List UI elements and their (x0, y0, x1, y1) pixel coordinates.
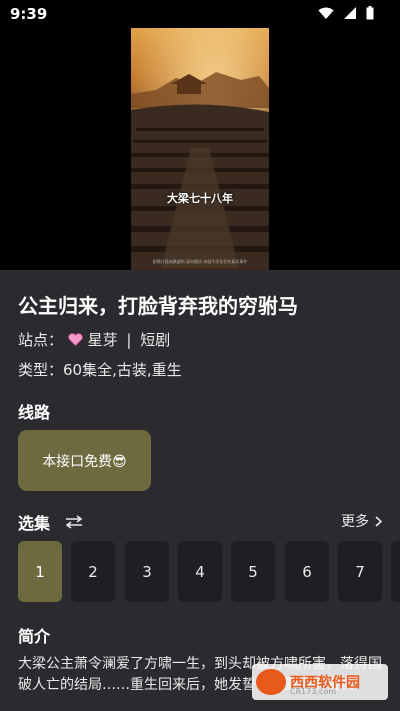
more-episodes-link[interactable]: 更多 (341, 511, 382, 531)
chevron-right-icon (375, 515, 382, 527)
episode-button[interactable]: 2 (71, 541, 115, 602)
watermark-subtext: CR173.com (290, 687, 337, 696)
type-row: 类型：60集全,古装,重生 (18, 359, 182, 380)
signal-icon (344, 7, 356, 19)
site-watermark-logo: 西西软件园 CR173.com (252, 664, 388, 700)
episode-button[interactable]: 7 (338, 541, 382, 602)
episode-button[interactable]: 5 (231, 541, 275, 602)
episode-button[interactable]: 6 (285, 541, 329, 602)
episode-button[interactable]: 3 (125, 541, 169, 602)
heart-icon (68, 333, 83, 347)
episode-button[interactable]: 4 (178, 541, 222, 602)
site-separator: | (126, 331, 132, 349)
routes-title: 线路 (18, 403, 51, 422)
status-bar: 9:39 (0, 0, 400, 28)
episode-button-partial[interactable] (391, 541, 400, 602)
more-label: 更多 (341, 514, 369, 530)
episode-button[interactable]: 1 (18, 541, 62, 602)
page-title: 公主归来，打脸背弃我的穷驸马 (18, 294, 298, 318)
video-player[interactable]: 大梁七十八年 剧情片段纯属虚构 请勿模仿 本剧不涉及任何真实事件 (0, 28, 400, 270)
type-value: 60集全,古装,重生 (63, 361, 182, 379)
site-label: 站点： (18, 331, 64, 349)
site-row: 站点： 星芽 | 短剧 (18, 329, 170, 350)
site-category: 短剧 (140, 331, 171, 349)
wifi-icon (318, 7, 334, 19)
battery-icon (366, 6, 374, 20)
episodes-header: 选集 更多 (18, 510, 382, 533)
site-name: 星芽 (87, 331, 118, 349)
intro-title: 简介 (18, 627, 51, 646)
watermark-badge-icon (256, 669, 286, 695)
episode-list: 1234567 (18, 541, 400, 602)
route-button-label: 本接口免费😎 (42, 453, 127, 470)
video-caption: 大梁七十八年 (167, 192, 233, 205)
video-scene-image (131, 28, 269, 270)
type-label: 类型： (18, 361, 64, 379)
video-frame[interactable]: 大梁七十八年 剧情片段纯属虚构 请勿模仿 本剧不涉及任何真实事件 (131, 28, 269, 270)
route-button-free[interactable]: 本接口免费😎 (18, 430, 151, 491)
episodes-title: 选集 (18, 514, 51, 533)
status-icons (318, 6, 374, 20)
video-disclaimer: 剧情片段纯属虚构 请勿模仿 本剧不涉及任何真实事件 (152, 259, 248, 264)
status-time: 9:39 (10, 5, 48, 23)
drama-detail-panel: 公主归来，打脸背弃我的穷驸马 站点： 星芽 | 短剧 类型：60集全,古装,重生… (0, 270, 400, 711)
sort-swap-icon[interactable] (65, 515, 83, 529)
